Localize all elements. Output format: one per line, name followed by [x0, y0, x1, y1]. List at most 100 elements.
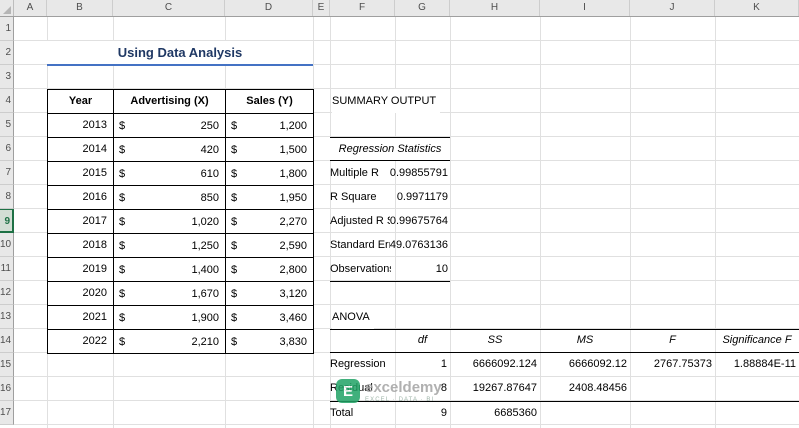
row-header-9[interactable]: 9	[0, 209, 14, 233]
summary-output-title[interactable]: SUMMARY OUTPUT	[332, 89, 441, 113]
year-cell[interactable]: 2017	[47, 209, 113, 233]
advertising-cell[interactable]: $250	[113, 113, 225, 137]
row-header-16[interactable]: 16	[0, 377, 14, 401]
row-header-13[interactable]: 13	[0, 305, 14, 329]
row-header-4[interactable]: 4	[0, 89, 14, 113]
column-header-i[interactable]: I	[540, 0, 630, 16]
row-header-7[interactable]: 7	[0, 161, 14, 185]
column-header-a[interactable]: A	[14, 0, 47, 16]
anova-value-cell[interactable]: 6666092.124	[450, 353, 540, 377]
stat-label-cell[interactable]: Adjusted R Square	[330, 209, 390, 233]
anova-row-label[interactable]: Regression	[330, 353, 395, 377]
table-row: 2014 $420 $1,500	[47, 137, 313, 161]
anova-value-cell[interactable]	[630, 402, 715, 425]
stat-label-cell[interactable]: Standard Error	[330, 233, 390, 257]
sales-cell[interactable]: $1,950	[225, 185, 313, 209]
stat-label-cell[interactable]: R Square	[330, 185, 391, 209]
row-header-6[interactable]: 6	[0, 137, 14, 161]
anova-value-cell[interactable]: 1	[395, 353, 450, 377]
advertising-cell[interactable]: $2,210	[113, 329, 225, 353]
sales-cell[interactable]: $3,830	[225, 329, 313, 353]
anova-column-header[interactable]: SS	[450, 330, 540, 352]
advertising-header-cell[interactable]: Advertising (X)	[113, 89, 225, 113]
column-header-b[interactable]: B	[47, 0, 113, 16]
anova-value-cell[interactable]	[715, 402, 799, 425]
sales-cell[interactable]: $1,500	[225, 137, 313, 161]
row-header-2[interactable]: 2	[0, 41, 14, 65]
stat-value-cell[interactable]: 0.9971179	[391, 185, 450, 209]
year-cell[interactable]: 2019	[47, 257, 113, 281]
row-header-17[interactable]: 17	[0, 401, 14, 425]
sales-cell[interactable]: $1,200	[225, 113, 313, 137]
sales-cell[interactable]: $2,270	[225, 209, 313, 233]
sales-cell[interactable]: $3,460	[225, 305, 313, 329]
stat-label-cell[interactable]: Multiple R	[330, 161, 390, 185]
anova-value-cell[interactable]: 6666092.12	[540, 353, 630, 377]
column-header-d[interactable]: D	[225, 0, 313, 16]
anova-column-header[interactable]: F	[630, 330, 715, 352]
column-header-e[interactable]: E	[313, 0, 330, 16]
advertising-cell[interactable]: $850	[113, 185, 225, 209]
row-header-5[interactable]: 5	[0, 113, 14, 137]
anova-value-cell[interactable]	[540, 402, 630, 425]
row-header-3[interactable]: 3	[0, 65, 14, 89]
column-header-j[interactable]: J	[630, 0, 715, 16]
stat-value-cell[interactable]: 0.99855791	[390, 161, 450, 185]
anova-value-cell[interactable]	[715, 377, 799, 401]
currency-symbol: $	[231, 167, 238, 180]
anova-value-cell[interactable]	[630, 377, 715, 401]
anova-value-cell[interactable]: 19267.87647	[450, 377, 540, 401]
sales-cell[interactable]: $2,590	[225, 233, 313, 257]
year-cell[interactable]: 2022	[47, 329, 113, 353]
column-header-c[interactable]: C	[113, 0, 225, 16]
regression-statistics-title[interactable]: Regression Statistics	[330, 137, 450, 161]
currency-symbol: $	[119, 191, 126, 204]
advertising-cell[interactable]: $1,900	[113, 305, 225, 329]
year-cell[interactable]: 2014	[47, 137, 113, 161]
select-all-button[interactable]	[0, 0, 14, 16]
advertising-cell[interactable]: $1,020	[113, 209, 225, 233]
year-cell[interactable]: 2021	[47, 305, 113, 329]
sales-cell[interactable]: $3,120	[225, 281, 313, 305]
column-header-k[interactable]: K	[715, 0, 799, 16]
stat-value-cell[interactable]: 10	[391, 257, 450, 281]
anova-value-cell[interactable]: 2767.75373	[630, 353, 715, 377]
year-cell[interactable]: 2013	[47, 113, 113, 137]
anova-title[interactable]: ANOVA	[332, 305, 374, 329]
stat-label-cell[interactable]: Observations	[330, 257, 391, 281]
advertising-cell[interactable]: $1,250	[113, 233, 225, 257]
anova-value-cell[interactable]: 9	[395, 402, 450, 425]
year-cell[interactable]: 2015	[47, 161, 113, 185]
sales-cell[interactable]: $1,800	[225, 161, 313, 185]
year-cell[interactable]: 2018	[47, 233, 113, 257]
year-cell[interactable]: 2020	[47, 281, 113, 305]
column-header-f[interactable]: F	[330, 0, 395, 16]
year-header-cell[interactable]: Year	[47, 89, 113, 113]
worksheet-title[interactable]: Using Data Analysis	[47, 41, 313, 66]
row-header-11[interactable]: 11	[0, 257, 14, 281]
anova-value-cell[interactable]: 6685360	[450, 402, 540, 425]
row-header-1[interactable]: 1	[0, 17, 14, 41]
anova-column-header[interactable]: df	[395, 330, 450, 352]
sales-header-cell[interactable]: Sales (Y)	[225, 89, 313, 113]
advertising-cell[interactable]: $1,400	[113, 257, 225, 281]
advertising-cell[interactable]: $1,670	[113, 281, 225, 305]
row-header-10[interactable]: 10	[0, 233, 14, 257]
row-header-12[interactable]: 12	[0, 281, 14, 305]
stat-value-cell[interactable]: 49.0763136	[390, 233, 450, 257]
row-header-8[interactable]: 8	[0, 185, 14, 209]
anova-column-header[interactable]: Significance F	[715, 330, 799, 352]
anova-row-label[interactable]: Total	[330, 402, 395, 425]
advertising-cell[interactable]: $610	[113, 161, 225, 185]
anova-column-header[interactable]: MS	[540, 330, 630, 352]
anova-value-cell[interactable]: 1.88884E-11	[715, 353, 799, 377]
anova-value-cell[interactable]: 2408.48456	[540, 377, 630, 401]
column-header-h[interactable]: H	[450, 0, 540, 16]
stat-value-cell[interactable]: 0.99675764	[390, 209, 450, 233]
column-header-g[interactable]: G	[395, 0, 450, 16]
row-header-14[interactable]: 14	[0, 329, 14, 353]
advertising-cell[interactable]: $420	[113, 137, 225, 161]
year-cell[interactable]: 2016	[47, 185, 113, 209]
row-header-15[interactable]: 15	[0, 353, 14, 377]
sales-cell[interactable]: $2,800	[225, 257, 313, 281]
